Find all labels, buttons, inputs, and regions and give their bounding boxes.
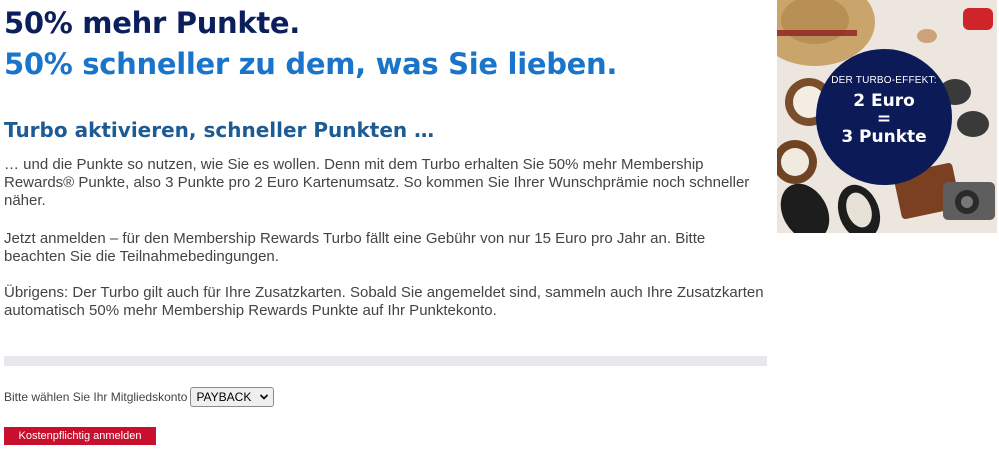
badge-line-equals: = xyxy=(876,109,892,129)
headline-primary: 50% mehr Punkte. xyxy=(4,6,301,40)
headline-secondary: 50% schneller zu dem, was Sie lieben. xyxy=(4,47,618,81)
badge-title: DER TURBO-EFFEKT: xyxy=(831,75,937,86)
chevron-down-icon xyxy=(260,394,269,400)
supplementary-cards-paragraph: Übrigens: Der Turbo gilt auch für Ihre Z… xyxy=(4,284,764,319)
register-button[interactable]: Kostenpflichtig anmelden xyxy=(4,427,156,445)
account-select-row: Bitte wählen Sie Ihr Mitgliedskonto PAYB… xyxy=(4,387,275,407)
badge-equation: 2 Euro = 3 Punkte xyxy=(816,92,952,146)
fee-paragraph: Jetzt anmelden – für den Membership Rewa… xyxy=(4,230,706,265)
badge-line-euro: 2 Euro xyxy=(853,91,915,111)
badge-line-points: 3 Punkte xyxy=(841,127,927,147)
section-divider xyxy=(4,356,767,366)
intro-paragraph: … und die Punkte so nutzen, wie Sie es w… xyxy=(4,156,750,209)
account-select-value: PAYBACK xyxy=(196,390,252,404)
section-heading: Turbo aktivieren, schneller Punkten … xyxy=(4,118,435,142)
promo-image: DER TURBO-EFFEKT: 2 Euro = 3 Punkte xyxy=(777,0,997,233)
account-select-label: Bitte wählen Sie Ihr Mitgliedskonto xyxy=(4,390,188,404)
turbo-effect-badge: DER TURBO-EFFEKT: 2 Euro = 3 Punkte xyxy=(816,49,952,185)
account-select[interactable]: PAYBACK xyxy=(190,387,275,407)
